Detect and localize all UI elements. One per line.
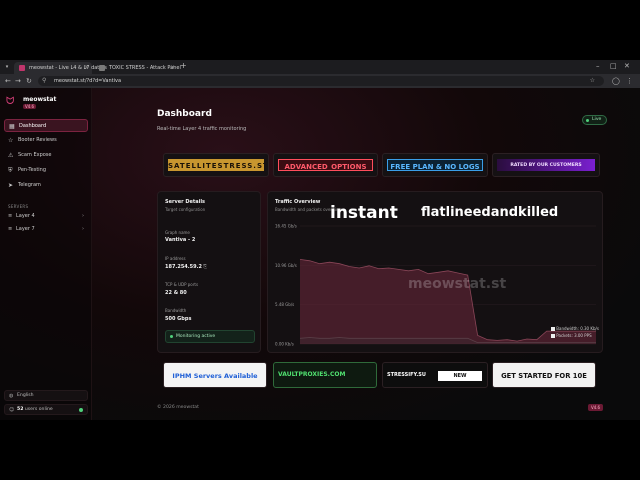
- page-subtitle: Real-time Layer 4 traffic monitoring: [157, 126, 247, 132]
- servers-section-label: SERVERS: [8, 204, 29, 209]
- minimize-icon[interactable]: –: [596, 62, 600, 70]
- sidebar: ᗢ meowstat V4.6 ▦ Dashboard ☆ Booter Rev…: [0, 88, 92, 420]
- ad-banner-iphm[interactable]: IPHM Servers Available: [163, 362, 267, 388]
- online-users: ☺ 52 users online: [4, 404, 88, 415]
- copy-icon[interactable]: ⎘: [203, 264, 207, 270]
- alert-icon: ⚠: [8, 152, 14, 159]
- layers-icon: ≡: [8, 226, 13, 232]
- y-tick-label: 16.45 Gb/s: [275, 224, 297, 229]
- ad-banner-satellitestress[interactable]: SATELLITESTRESS.ST: [163, 153, 269, 177]
- shield-icon: ⛨: [8, 167, 13, 174]
- close-tab-icon[interactable]: ×: [84, 62, 89, 74]
- tab-search-icon[interactable]: ▾: [3, 63, 11, 71]
- legend-bandwidth: Bandwidth: 0.30 Kb/s: [551, 326, 599, 331]
- monitoring-status: Monitoring active: [165, 330, 255, 343]
- globe-icon: ◍: [9, 393, 14, 399]
- graph-name-label: Graph name: [165, 230, 190, 235]
- legend-swatch: [551, 327, 555, 331]
- forward-icon[interactable]: →: [15, 76, 21, 86]
- tab-strip: ▾ meowstat - Live L4 & L7 datats × TOXIC…: [0, 60, 640, 74]
- bandwidth-value: 500 Gbps: [165, 316, 192, 322]
- tab-meowstat[interactable]: meowstat - Live L4 & L7 datats ×: [14, 62, 107, 74]
- close-tab-icon[interactable]: ×: [170, 62, 175, 74]
- address-bar[interactable]: ⚲ meowstat.st/?d?d=Vantiva ☆: [38, 76, 604, 86]
- legend-swatch: [551, 334, 555, 338]
- profile-icon[interactable]: ◯: [612, 76, 620, 86]
- sidebar-item-dashboard[interactable]: ▦ Dashboard: [4, 119, 88, 132]
- version-badge: V4.6: [23, 104, 37, 109]
- new-tab-icon[interactable]: +: [180, 61, 187, 70]
- navigation-bar: ← → ↻ ⚲ meowstat.st/?d?d=Vantiva ☆ ◯ ⋮: [0, 74, 640, 88]
- y-tick-label: 0.00 Kb/s: [275, 342, 294, 347]
- ports-label: TCP & UDP ports: [165, 282, 199, 287]
- grid-icon: ▦: [9, 123, 15, 130]
- online-status-dot: [79, 408, 83, 412]
- layers-icon: ≡: [8, 213, 13, 219]
- ports-value: 22 & 80: [165, 290, 187, 296]
- language-selector[interactable]: ◍ English: [4, 390, 88, 401]
- chevron-right-icon: ›: [82, 213, 84, 219]
- send-icon: ➤: [8, 182, 14, 189]
- bandwidth-label: Bandwidth: [165, 308, 187, 313]
- new-badge: NEW: [438, 371, 482, 381]
- status-dot: [170, 335, 173, 338]
- y-tick-label: 5.48 Gb/s: [275, 302, 294, 307]
- legend-packets: Packets: 3.00 PPS: [551, 333, 592, 338]
- maximize-icon[interactable]: □: [610, 62, 617, 70]
- live-dot: [586, 119, 589, 122]
- users-icon: ☺: [9, 407, 15, 413]
- sidebar-item-layer-4[interactable]: ≡ Layer 4 ›: [4, 210, 88, 222]
- page-title: Dashboard: [157, 109, 212, 119]
- watermark: meowstat.st: [408, 276, 507, 292]
- ad-banner-stressify[interactable]: STRESSIFY.SU NEW: [382, 362, 488, 388]
- sidebar-item-telegram[interactable]: ➤ Telegram: [4, 179, 88, 192]
- browser-window: ▾ meowstat - Live L4 & L7 datats × TOXIC…: [0, 60, 640, 420]
- ip-address-value: 187.254.59.2: [165, 264, 203, 270]
- y-tick-label: 10.96 Gb/s: [275, 263, 297, 268]
- server-details-subtitle: Target configuration: [165, 207, 206, 212]
- cat-logo-icon: ᗢ: [6, 96, 15, 107]
- tab-toxic-stress[interactable]: TOXIC STRESS - Attack Panel ×: [94, 62, 181, 74]
- server-details-title: Server Details: [165, 199, 206, 205]
- ip-address-label: IP address: [165, 256, 186, 261]
- sidebar-item-layer-7[interactable]: ≡ Layer 7 ›: [4, 223, 88, 235]
- brand-name: meowstat: [23, 96, 57, 103]
- bookmark-star-icon[interactable]: ☆: [590, 76, 595, 86]
- star-icon: ☆: [8, 137, 14, 144]
- ad-banner-advanced-options[interactable]: ADVANCED_OPTIONS: [273, 153, 378, 177]
- ad-banner-free-plan[interactable]: FREE PLAN & NO LOGS: [382, 153, 488, 177]
- footer-copyright: © 2026 meowstat: [157, 405, 199, 410]
- sidebar-item-pen-testing[interactable]: ⛨ Pen-Testing: [4, 164, 88, 177]
- close-window-icon[interactable]: ✕: [624, 62, 630, 70]
- page: ᗢ meowstat V4.6 ▦ Dashboard ☆ Booter Rev…: [0, 88, 640, 420]
- site-info-icon[interactable]: ⚲: [42, 76, 46, 86]
- back-icon[interactable]: ←: [5, 76, 11, 86]
- ad-banner-get-started[interactable]: GET STARTED FOR 10E: [492, 362, 596, 388]
- url-text[interactable]: meowstat.st/?d?d=Vantiva: [54, 76, 121, 86]
- sidebar-item-booter-reviews[interactable]: ☆ Booter Reviews: [4, 134, 88, 147]
- chevron-right-icon: ›: [82, 226, 84, 232]
- ad-banner-rated[interactable]: RATED BY OUR CUSTOMERS: [492, 153, 600, 177]
- overlay-caption-instant: instant: [330, 203, 398, 223]
- screen: ▾ meowstat - Live L4 & L7 datats × TOXIC…: [0, 0, 640, 480]
- server-details-panel: Server Details Target configuration Grap…: [157, 191, 261, 353]
- reload-icon[interactable]: ↻: [26, 76, 32, 86]
- footer-version-badge: V4.6: [588, 404, 604, 411]
- ad-banner-vaultproxies[interactable]: VAULTPROXIES.COM: [273, 362, 377, 388]
- sidebar-item-scam-expose[interactable]: ⚠ Scam Expose: [4, 149, 88, 162]
- browser-menu-icon[interactable]: ⋮: [626, 76, 633, 86]
- tab-favicon: [19, 65, 25, 71]
- overlay-caption-flatlined: flatlineedandkilled: [421, 205, 559, 220]
- tab-favicon: [99, 65, 105, 71]
- graph-name-value: Vantiva - 2: [165, 237, 196, 243]
- live-badge: Live: [582, 115, 608, 125]
